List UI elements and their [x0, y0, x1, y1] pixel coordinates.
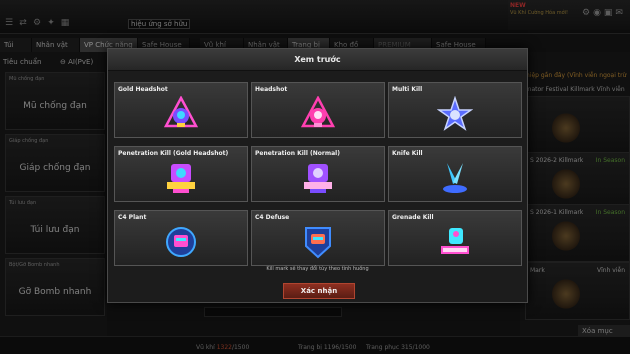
killmark-label: Penetration Kill (Normal): [255, 150, 340, 157]
killmark-preview-card: Gold Headshot: [114, 82, 248, 138]
knife-kill-icon: [437, 160, 473, 196]
multi-kill-star-icon: [437, 96, 473, 132]
killmark-label: Knife Kill: [392, 150, 423, 157]
preview-modal: Xem trước Gold Headshot Headshot Multi K…: [107, 48, 528, 303]
killmark-preview-card: Headshot: [251, 82, 385, 138]
confirm-button[interactable]: Xác nhận: [283, 283, 355, 299]
killmark-preview-card: Penetration Kill (Normal): [251, 146, 385, 202]
c4-plant-icon: [163, 224, 199, 260]
penetration-normal-icon: [300, 160, 336, 196]
killmark-label: Gold Headshot: [118, 86, 168, 93]
killmark-note: Kill mark sẽ thay đổi tùy theo tình huốn…: [266, 266, 369, 272]
modal-header: Xem trước: [108, 49, 527, 71]
killmark-preview-card: Penetration Kill (Gold Headshot): [114, 146, 248, 202]
modal-title: Xem trước: [294, 55, 341, 64]
killmark-label: Headshot: [255, 86, 288, 93]
killmark-preview-card: C4 Defuse: [251, 210, 385, 266]
killmark-preview-card: Multi Kill: [388, 82, 522, 138]
c4-defuse-icon: [300, 224, 336, 260]
killmark-label: Grenade Kill: [392, 214, 434, 221]
killmark-label: Penetration Kill (Gold Headshot): [118, 150, 229, 157]
penetration-gold-icon: [163, 160, 199, 196]
killmark-label: Multi Kill: [392, 86, 423, 93]
killmark-preview-card: Grenade Kill: [388, 210, 522, 266]
gold-headshot-emblem-icon: [163, 96, 199, 132]
headshot-emblem-icon: [300, 96, 336, 132]
killmark-label: C4 Defuse: [255, 214, 290, 221]
killmark-preview-card: C4 Plant: [114, 210, 248, 266]
killmark-label: C4 Plant: [118, 214, 147, 221]
grenade-kill-popcorn-icon: [437, 224, 473, 260]
killmark-preview-card: Knife Kill: [388, 146, 522, 202]
